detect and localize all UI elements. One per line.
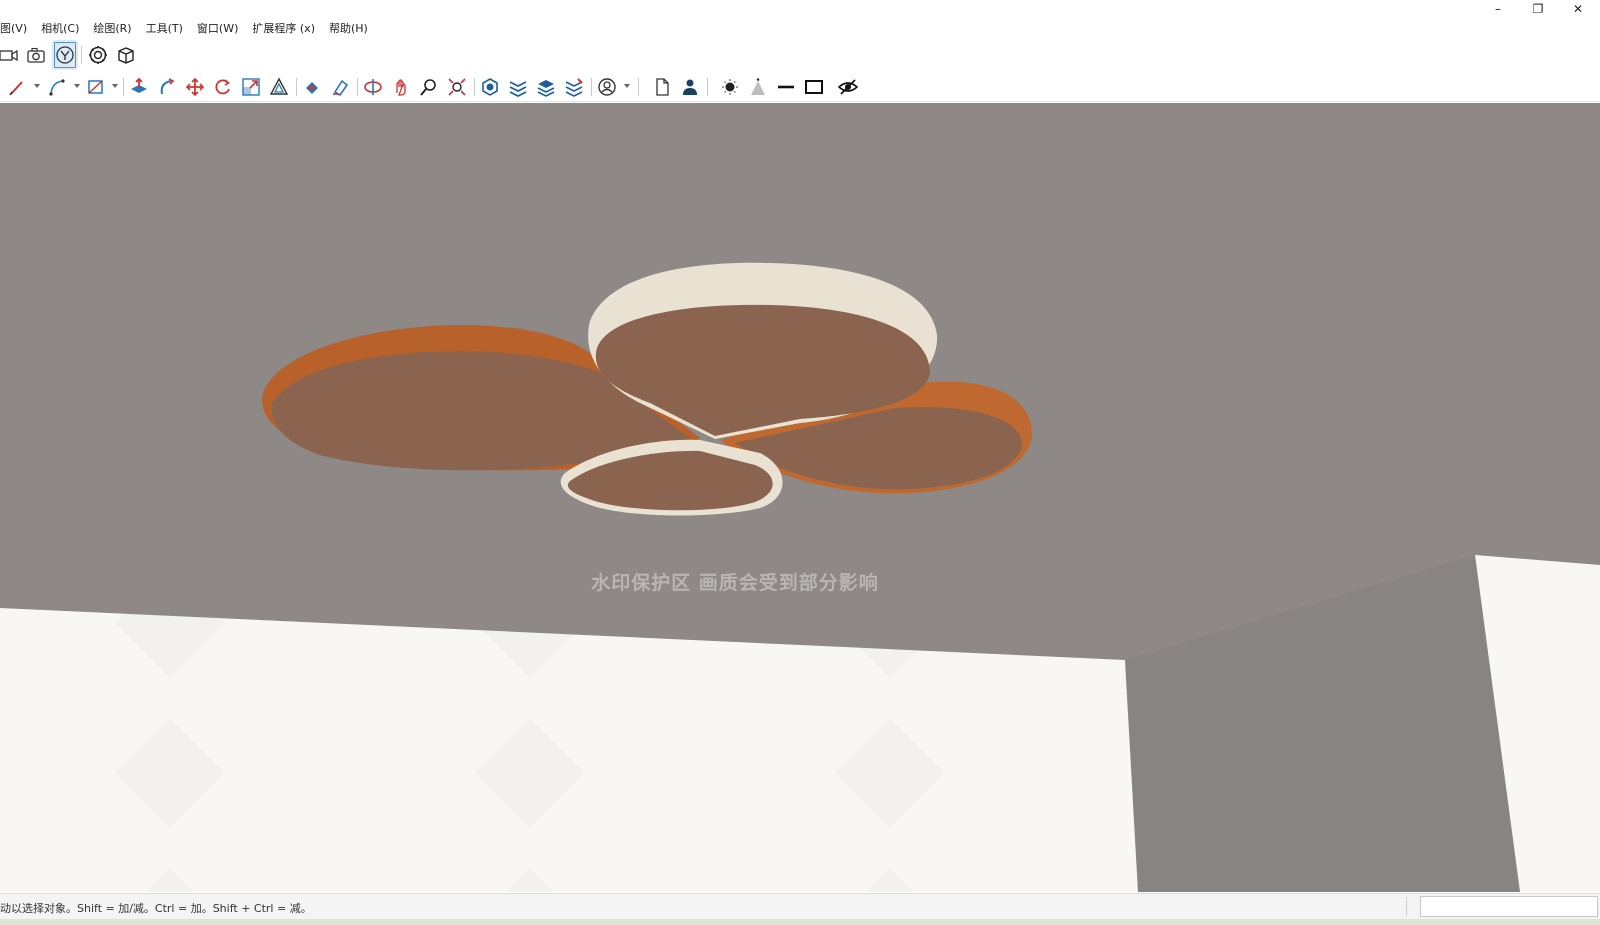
camera-toolbar	[0, 40, 1600, 70]
menu-tools[interactable]: 工具(T)	[139, 19, 190, 39]
menu-draw[interactable]: 绘图(R)	[86, 19, 138, 39]
position-camera-icon[interactable]	[52, 40, 78, 70]
solid-intersect-icon[interactable]	[533, 72, 559, 102]
toolbar-separator	[591, 78, 592, 96]
rectangle-frame-icon[interactable]	[801, 72, 827, 102]
title-bar: – ❐ ✕	[0, 0, 1600, 18]
package-box-icon[interactable]	[113, 40, 139, 70]
toolbar-separator	[474, 78, 475, 96]
move-icon[interactable]	[182, 72, 208, 102]
user-circle-icon[interactable]	[594, 72, 620, 102]
arc-dropdown-caret[interactable]	[74, 84, 80, 88]
section-plane-icon[interactable]	[360, 72, 386, 102]
bottom-strip	[0, 919, 1600, 925]
rotate-icon[interactable]	[210, 72, 236, 102]
status-separator	[1406, 897, 1407, 916]
fog-icon[interactable]	[745, 72, 771, 102]
zoom-extents-icon[interactable]	[444, 72, 470, 102]
menu-window[interactable]: 窗口(W)	[190, 19, 245, 39]
menu-camera[interactable]: 相机(C)	[34, 19, 86, 39]
follow-me-icon[interactable]	[154, 72, 180, 102]
toolbar-separator	[123, 78, 124, 96]
rectangle-dropdown-caret[interactable]	[112, 84, 118, 88]
solid-union-icon[interactable]	[477, 72, 503, 102]
push-pull-icon[interactable]	[126, 72, 152, 102]
toolbar-separator	[81, 46, 82, 64]
wall-shadow	[1125, 555, 1520, 892]
menu-bar: 图(V) 相机(C) 绘图(R) 工具(T) 窗口(W) 扩展程序 (x) 帮助…	[0, 19, 1600, 39]
scale-icon[interactable]	[238, 72, 264, 102]
scene-canvas	[0, 262, 1600, 892]
menu-extensions[interactable]: 扩展程序 (x)	[245, 19, 322, 39]
menu-view[interactable]: 图(V)	[0, 19, 34, 39]
status-hint: 动以选择对象。Shift = 加/减。Ctrl = 加。Shift + Ctrl…	[0, 902, 312, 915]
hidden-eye-icon[interactable]	[835, 72, 861, 102]
zoom-icon[interactable]	[416, 72, 442, 102]
offset-icon[interactable]	[266, 72, 292, 102]
user-dropdown-caret[interactable]	[624, 84, 630, 88]
eraser-icon[interactable]	[327, 72, 353, 102]
video-camera-icon[interactable]	[0, 40, 22, 70]
document-icon[interactable]	[649, 72, 675, 102]
rectangle-icon[interactable]	[83, 72, 109, 102]
menu-help[interactable]: 帮助(H)	[322, 19, 375, 39]
components-icon[interactable]	[85, 40, 111, 70]
orbit-icon[interactable]	[388, 72, 414, 102]
restore-button[interactable]: ❐	[1518, 0, 1558, 18]
toolbar-separator	[707, 78, 708, 96]
minimize-button[interactable]: –	[1478, 0, 1518, 18]
toolbar-separator	[296, 78, 297, 96]
main-toolbar	[0, 72, 1600, 102]
solid-subtract-icon[interactable]	[505, 72, 531, 102]
pencil-dropdown-caret[interactable]	[34, 84, 40, 88]
model-viewport[interactable]: 水印保护区 画质会受到部分影响	[0, 103, 1600, 892]
toolbar-separator	[357, 78, 358, 96]
user-person-icon[interactable]	[677, 72, 703, 102]
pencil-icon[interactable]	[4, 72, 30, 102]
status-bar: 动以选择对象。Shift = 加/减。Ctrl = 加。Shift + Ctrl…	[0, 893, 1600, 919]
close-button[interactable]: ✕	[1558, 0, 1598, 18]
line-style-icon[interactable]	[773, 72, 799, 102]
toolbar-separator	[638, 78, 639, 96]
camera-icon[interactable]	[23, 40, 49, 70]
measurement-input[interactable]	[1420, 896, 1598, 917]
arc-icon[interactable]	[44, 72, 70, 102]
watermark-banner: 水印保护区 画质会受到部分影响	[591, 571, 879, 594]
paint-bucket-icon[interactable]	[299, 72, 325, 102]
shadow-sun-icon[interactable]	[717, 72, 743, 102]
solid-trim-icon[interactable]	[561, 72, 587, 102]
